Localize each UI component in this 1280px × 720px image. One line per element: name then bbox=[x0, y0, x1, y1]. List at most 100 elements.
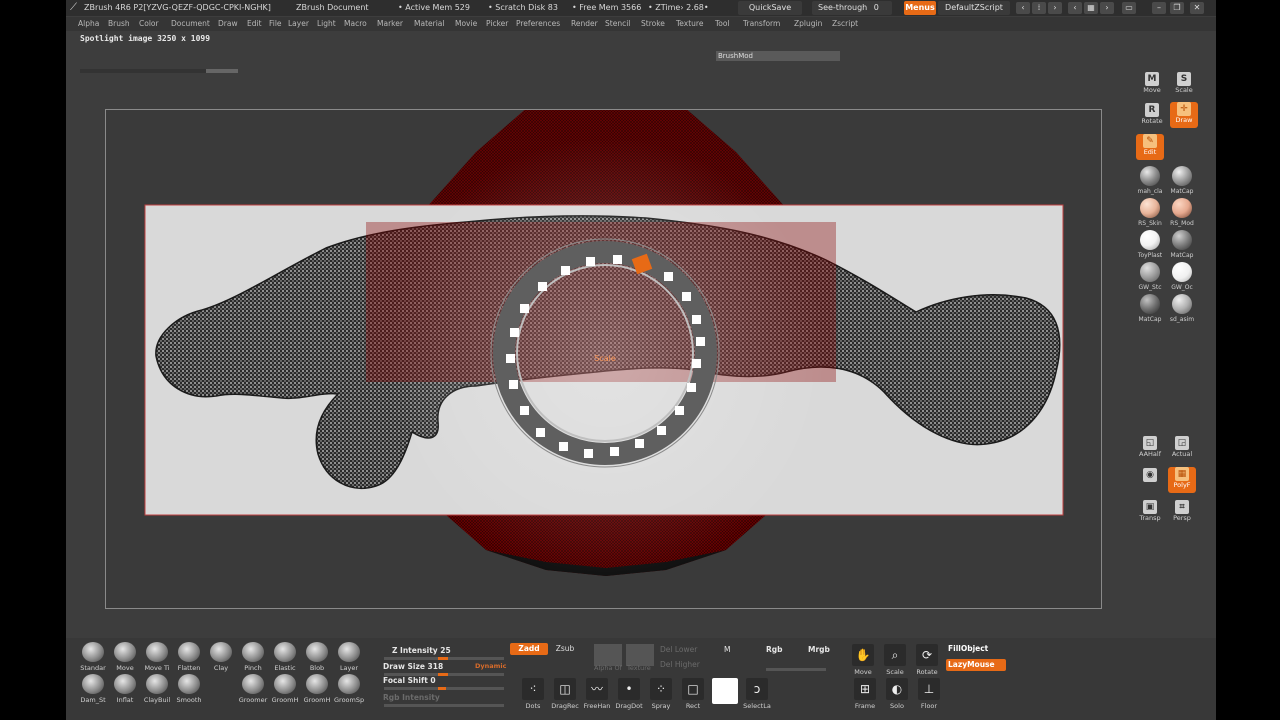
brush-smooth[interactable]: Smooth bbox=[174, 674, 204, 704]
lock-icon[interactable]: ▭ bbox=[1122, 2, 1136, 14]
material-swatch[interactable]: sd_asim bbox=[1166, 294, 1198, 326]
quicksave-button[interactable]: QuickSave bbox=[738, 1, 802, 15]
material-swatch[interactable]: GW_Stc bbox=[1134, 262, 1166, 294]
brush-standard[interactable]: Standar bbox=[78, 642, 108, 672]
move-button[interactable]: M Move bbox=[1138, 72, 1166, 98]
m-button[interactable]: M bbox=[724, 645, 730, 654]
material-swatch[interactable]: MatCap bbox=[1134, 294, 1166, 326]
menu-transform[interactable]: Transform bbox=[743, 17, 780, 31]
alpha-off-swatch[interactable] bbox=[594, 644, 622, 666]
menu-zscript[interactable]: Zscript bbox=[832, 17, 858, 31]
menu-layer[interactable]: Layer bbox=[288, 17, 309, 31]
brush-move[interactable]: Move bbox=[110, 642, 140, 672]
stroke-dragdot[interactable]: • DragDot bbox=[614, 678, 644, 710]
menu-light[interactable]: Light bbox=[317, 17, 336, 31]
menu-document[interactable]: Document bbox=[171, 17, 210, 31]
solo-button[interactable]: ◐ Solo bbox=[882, 678, 912, 710]
maximize-icon[interactable]: ❐ bbox=[1170, 2, 1184, 14]
mrgb-button[interactable]: Mrgb bbox=[808, 645, 830, 654]
ui-next-icon[interactable]: › bbox=[1100, 2, 1114, 14]
brush-move-topological[interactable]: Move Ti bbox=[142, 642, 172, 672]
brush-dam-standard[interactable]: Dam_St bbox=[78, 674, 108, 704]
stroke-freehand[interactable]: 〰 FreeHan bbox=[582, 678, 612, 710]
menu-file[interactable]: File bbox=[269, 17, 282, 31]
edit-button[interactable]: ✎ Edit bbox=[1136, 134, 1164, 160]
stroke-spray[interactable]: ⁘ Spray bbox=[646, 678, 676, 710]
nav-scale-button[interactable]: ⌕ Scale bbox=[880, 644, 910, 676]
material-swatch[interactable]: MatCap bbox=[1166, 166, 1198, 198]
rotate-button[interactable]: R Rotate bbox=[1138, 103, 1166, 129]
fill-object-button[interactable]: FillObject bbox=[946, 643, 1006, 655]
layout-icon[interactable]: ⁞ bbox=[1032, 2, 1046, 14]
layout-next-icon[interactable]: › bbox=[1048, 2, 1062, 14]
menu-stroke[interactable]: Stroke bbox=[641, 17, 665, 31]
mask-rect[interactable]: □ Rect bbox=[678, 678, 708, 710]
material-swatch[interactable]: MatCap bbox=[1166, 230, 1198, 262]
menu-material[interactable]: Material bbox=[414, 17, 444, 31]
layout-prev-icon[interactable]: ‹ bbox=[1016, 2, 1030, 14]
actual-button[interactable]: ◲ Actual bbox=[1168, 436, 1196, 462]
material-swatch[interactable]: RS_Mod bbox=[1166, 198, 1198, 230]
nav-rotate-button[interactable]: ⟳ Rotate bbox=[912, 644, 942, 676]
material-swatch[interactable]: GW_Oc bbox=[1166, 262, 1198, 294]
draw-button[interactable]: ✛ Draw bbox=[1170, 102, 1198, 128]
brush-flatten[interactable]: Flatten bbox=[174, 642, 204, 672]
dynamic-toggle[interactable]: Dynamic bbox=[475, 662, 507, 670]
select-lasso[interactable]: ↄ SelectLa bbox=[742, 678, 772, 710]
del-higher-button[interactable]: Del Higher bbox=[660, 660, 700, 669]
menu-color[interactable]: Color bbox=[139, 17, 159, 31]
menu-zplugin[interactable]: Zplugin bbox=[794, 17, 822, 31]
menu-brush[interactable]: Brush bbox=[108, 17, 130, 31]
brush-blob[interactable]: Blob bbox=[302, 642, 332, 672]
brush-pinch[interactable]: Pinch bbox=[238, 642, 268, 672]
zadd-button[interactable]: Zadd bbox=[510, 643, 548, 655]
persp-button[interactable]: ⌗ Persp bbox=[1168, 500, 1196, 526]
menu-picker[interactable]: Picker bbox=[486, 17, 508, 31]
menu-stencil[interactable]: Stencil bbox=[605, 17, 630, 31]
ui-colors-icon[interactable]: ▦ bbox=[1084, 2, 1098, 14]
material-swatch[interactable]: RS_Skin bbox=[1134, 198, 1166, 230]
material-swatch[interactable]: ToyPlast bbox=[1134, 230, 1166, 262]
minimize-icon[interactable]: – bbox=[1152, 2, 1166, 14]
canvas-viewport[interactable]: Scale bbox=[106, 110, 1102, 609]
brush-elastic[interactable]: Elastic bbox=[270, 642, 300, 672]
frame-button[interactable]: ⊞ Frame bbox=[850, 678, 880, 710]
default-zscript-button[interactable]: DefaultZScript bbox=[938, 1, 1010, 15]
menus-toggle[interactable]: Menus bbox=[904, 1, 936, 15]
zsub-button[interactable]: Zsub bbox=[550, 643, 580, 655]
polyf-button[interactable]: ▦ PolyF bbox=[1168, 467, 1196, 493]
del-lower-button[interactable]: Del Lower bbox=[660, 645, 697, 654]
nav-move-button[interactable]: ✋ Move bbox=[848, 644, 878, 676]
menu-movie[interactable]: Movie bbox=[455, 17, 477, 31]
menu-edit[interactable]: Edit bbox=[247, 17, 262, 31]
menu-preferences[interactable]: Preferences bbox=[516, 17, 560, 31]
brush-groomer[interactable]: Groomer bbox=[238, 674, 268, 704]
brush-layer[interactable]: Layer bbox=[334, 642, 364, 672]
rgb-intensity-slider[interactable] bbox=[384, 704, 504, 707]
close-icon[interactable]: ✕ bbox=[1190, 2, 1204, 14]
brush-groomh-2[interactable]: GroomH bbox=[302, 674, 332, 704]
menu-draw[interactable]: Draw bbox=[218, 17, 238, 31]
see-through-slider[interactable]: See-through 0 bbox=[812, 1, 892, 15]
transp-button[interactable]: ▣ Transp bbox=[1136, 500, 1164, 526]
progress-thumb[interactable] bbox=[206, 69, 238, 73]
stroke-dragrect[interactable]: ◫ DragRec bbox=[550, 678, 580, 710]
aahalf-button[interactable]: ◱ AAHalf bbox=[1136, 436, 1164, 462]
stroke-dots[interactable]: ⁖ Dots bbox=[518, 678, 548, 710]
menu-render[interactable]: Render bbox=[571, 17, 598, 31]
lazymouse-toggle[interactable]: LazyMouse bbox=[946, 659, 1006, 671]
rgb-slider[interactable] bbox=[766, 668, 826, 671]
brush-groomh-1[interactable]: GroomH bbox=[270, 674, 300, 704]
camera-button[interactable]: ◉ bbox=[1136, 468, 1164, 494]
floor-button[interactable]: ⊥ Floor bbox=[914, 678, 944, 710]
menu-texture[interactable]: Texture bbox=[676, 17, 703, 31]
rgb-button[interactable]: Rgb bbox=[766, 645, 783, 654]
menu-tool[interactable]: Tool bbox=[715, 17, 730, 31]
menu-alpha[interactable]: Alpha bbox=[78, 17, 99, 31]
menu-macro[interactable]: Macro bbox=[344, 17, 367, 31]
document-canvas[interactable]: Scale bbox=[105, 109, 1102, 609]
brush-clay[interactable]: Clay bbox=[206, 642, 236, 672]
scale-button[interactable]: S Scale bbox=[1170, 72, 1198, 98]
material-swatch[interactable]: mah_cla bbox=[1134, 166, 1166, 198]
brush-inflat[interactable]: Inflat bbox=[110, 674, 140, 704]
